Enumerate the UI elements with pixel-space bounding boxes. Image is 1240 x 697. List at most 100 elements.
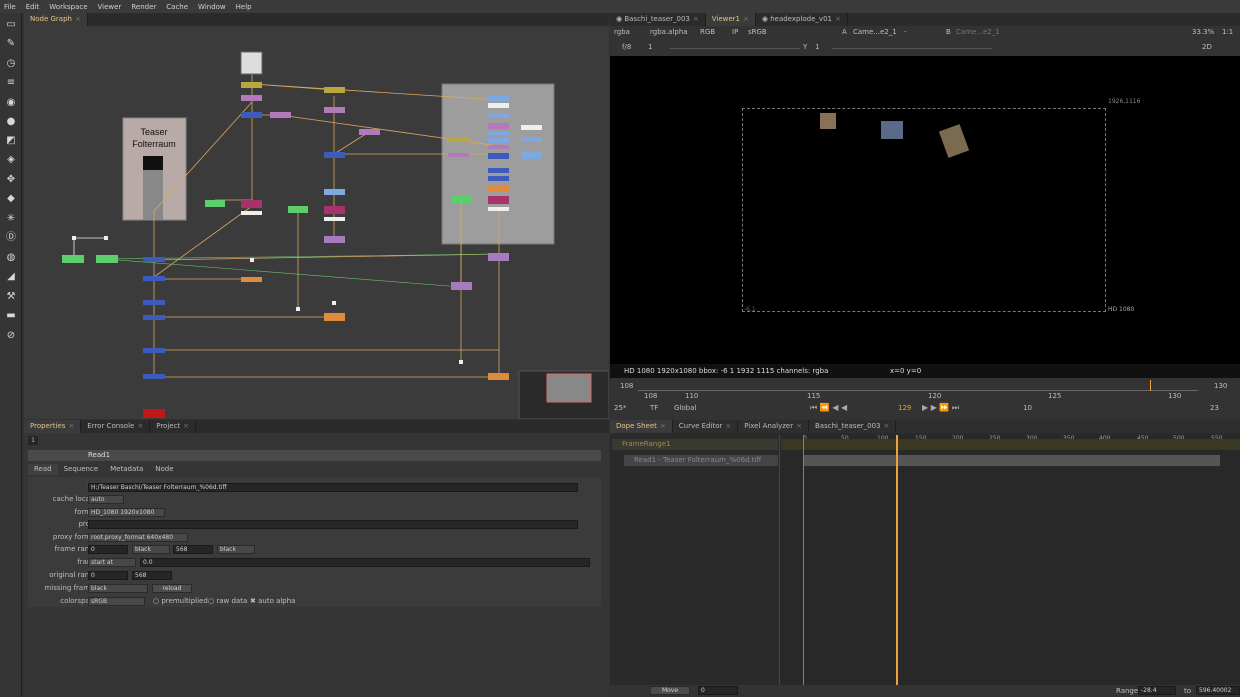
timeline[interactable]: 108 130 108 110 115 120 125 130 25* TF G… (610, 378, 1240, 419)
close-icon[interactable]: × (796, 422, 802, 430)
tab-baschi[interactable]: ◉ Baschi_teaser_003 × (610, 13, 706, 26)
keyer-icon[interactable]: ◩ (5, 135, 17, 147)
close-icon[interactable]: × (68, 422, 74, 430)
subtab-sequence[interactable]: Sequence (58, 464, 105, 475)
metadata-icon[interactable]: ◢ (5, 271, 17, 283)
frame-end-field[interactable]: 23 (1210, 404, 1219, 412)
merge-icon[interactable]: ◈ (5, 154, 17, 166)
subtab-metadata[interactable]: Metadata (104, 464, 149, 475)
menu-render[interactable]: Render (131, 3, 156, 11)
tab-headexplode[interactable]: ◉ headexplode_v01 × (756, 13, 848, 26)
furnace-icon[interactable]: ⊘ (5, 330, 17, 342)
orig-last[interactable]: 568 (132, 571, 172, 580)
premultiplied-checkbox[interactable]: ○ premultiplied (153, 597, 208, 605)
draw-icon[interactable]: ✎ (5, 38, 17, 50)
gamma-field[interactable]: 1 (815, 43, 819, 51)
close-icon[interactable]: × (693, 15, 699, 23)
navigator-viewport[interactable] (546, 373, 592, 403)
move-button[interactable]: Move (650, 686, 690, 695)
tab-node-graph[interactable]: Node Graph × (24, 13, 88, 26)
playback-forward[interactable]: ▶ ▶ ⏩ ⏭ (922, 403, 959, 413)
dopesheet-playhead[interactable] (896, 435, 898, 685)
node-graph-canvas[interactable]: Teaser Folterraum (24, 26, 609, 419)
range-end-field[interactable]: 596.40002 (1196, 686, 1240, 695)
orig-first[interactable]: 0 (88, 571, 128, 580)
gamma-slider[interactable] (832, 48, 992, 49)
menu-workspace[interactable]: Workspace (49, 3, 87, 11)
close-icon[interactable]: × (835, 15, 841, 23)
filter-icon[interactable]: ● (5, 116, 17, 128)
cache-dropdown[interactable]: auto (88, 495, 124, 504)
fstop-field[interactable]: f/8 (622, 43, 631, 51)
tab-viewer1[interactable]: Viewer1 × (705, 13, 756, 26)
other-icon[interactable]: ▬ (5, 310, 17, 322)
proxy-field[interactable] (88, 520, 578, 529)
format-dropdown[interactable]: HD_1080 1920x1080 (88, 508, 165, 517)
file-field[interactable]: H:/Teaser Baschi/Teaser Folterraum_%06d.… (88, 483, 578, 492)
node-name[interactable]: Read1 (88, 450, 110, 461)
close-icon[interactable]: × (183, 422, 189, 430)
menu-viewer[interactable]: Viewer (98, 3, 122, 11)
particles-icon[interactable]: ✳ (5, 213, 17, 225)
frame-field[interactable]: 0.0 (140, 558, 590, 567)
input-b-dropdown[interactable]: Came...e2_1 (956, 28, 1000, 36)
raw-data-checkbox[interactable]: ○ raw data (208, 597, 247, 605)
after-dropdown[interactable]: black (217, 545, 255, 554)
tab-properties[interactable]: Properties × (24, 420, 82, 433)
tab-project[interactable]: Project × (150, 420, 197, 433)
last-frame[interactable]: 568 (173, 545, 213, 554)
3d-icon[interactable]: ◆ (5, 193, 17, 205)
time-icon[interactable]: ◷ (5, 58, 17, 70)
max-panels-field[interactable]: 1 (28, 436, 38, 445)
tree-item-framerange[interactable]: FrameRange1 (612, 439, 778, 450)
transform-icon[interactable]: ✥ (5, 174, 17, 186)
deep-icon[interactable]: Ⓓ (5, 232, 17, 244)
close-icon[interactable]: × (75, 15, 81, 23)
tree-item-read[interactable]: Read1 - Teaser Folterraum_%06d.tiff (624, 455, 778, 466)
dopesheet-timeline[interactable]: 0 50 100 150 200 250 300 350 400 450 500… (781, 435, 1240, 685)
gain-field[interactable]: 1 (648, 43, 652, 51)
global-dropdown[interactable]: Global (674, 404, 696, 412)
close-icon[interactable]: × (884, 422, 890, 430)
menu-edit[interactable]: Edit (26, 3, 40, 11)
close-icon[interactable]: × (725, 422, 731, 430)
alpha-dropdown[interactable]: rgba.alpha (650, 28, 688, 36)
timeline-playhead[interactable] (1150, 380, 1151, 391)
close-icon[interactable]: × (660, 422, 666, 430)
framerange-track[interactable] (781, 439, 1240, 450)
menu-cache[interactable]: Cache (166, 3, 188, 11)
toolsets-icon[interactable]: ⚒ (5, 291, 17, 303)
ip-button[interactable]: IP (732, 28, 738, 36)
reload-button[interactable]: reload (152, 584, 192, 593)
frame-mode-dropdown[interactable]: start at (88, 558, 136, 567)
tf-dropdown[interactable]: TF (650, 404, 658, 412)
close-icon[interactable]: × (137, 422, 143, 430)
tab-error-console[interactable]: Error Console × (81, 420, 151, 433)
playback-controls[interactable]: ⏮ ⏪ ◀ ◀ (810, 403, 847, 413)
proxy-format-dropdown[interactable]: root.proxy_format 640x480 (88, 533, 188, 542)
menu-help[interactable]: Help (236, 3, 252, 11)
node-graph-panel[interactable]: Node Graph × Teaser Folterraum (24, 13, 609, 419)
lut-dropdown[interactable]: sRGB (748, 28, 767, 36)
tab-pixel-analyzer[interactable]: Pixel Analyzer × (738, 420, 809, 433)
first-frame[interactable]: 0 (88, 545, 128, 554)
read-track-bar[interactable] (803, 455, 1220, 466)
timeline-out[interactable]: 130 (1214, 382, 1227, 390)
channels-dropdown[interactable]: rgba (614, 28, 630, 36)
view-mode-dropdown[interactable]: 2D (1202, 43, 1212, 51)
channel-icon[interactable]: ≡ (5, 77, 17, 89)
ratio-dropdown[interactable]: 1:1 (1222, 28, 1233, 36)
close-icon[interactable]: × (743, 15, 749, 23)
timeline-track[interactable] (638, 390, 1198, 391)
fps-dropdown[interactable]: 25* (614, 404, 626, 412)
auto-alpha-checkbox[interactable]: ✖ auto alpha (250, 597, 295, 605)
tab-curve-editor[interactable]: Curve Editor × (673, 420, 739, 433)
color-icon[interactable]: ◉ (5, 97, 17, 109)
zoom-dropdown[interactable]: 33.3% (1192, 28, 1214, 36)
timeline-in[interactable]: 108 (620, 382, 633, 390)
gain-slider[interactable] (670, 48, 800, 49)
increment-field[interactable]: 10 (1023, 404, 1032, 412)
move-field[interactable]: 0 (698, 686, 738, 695)
menu-window[interactable]: Window (198, 3, 226, 11)
image-icon[interactable]: ▭ (5, 19, 17, 31)
